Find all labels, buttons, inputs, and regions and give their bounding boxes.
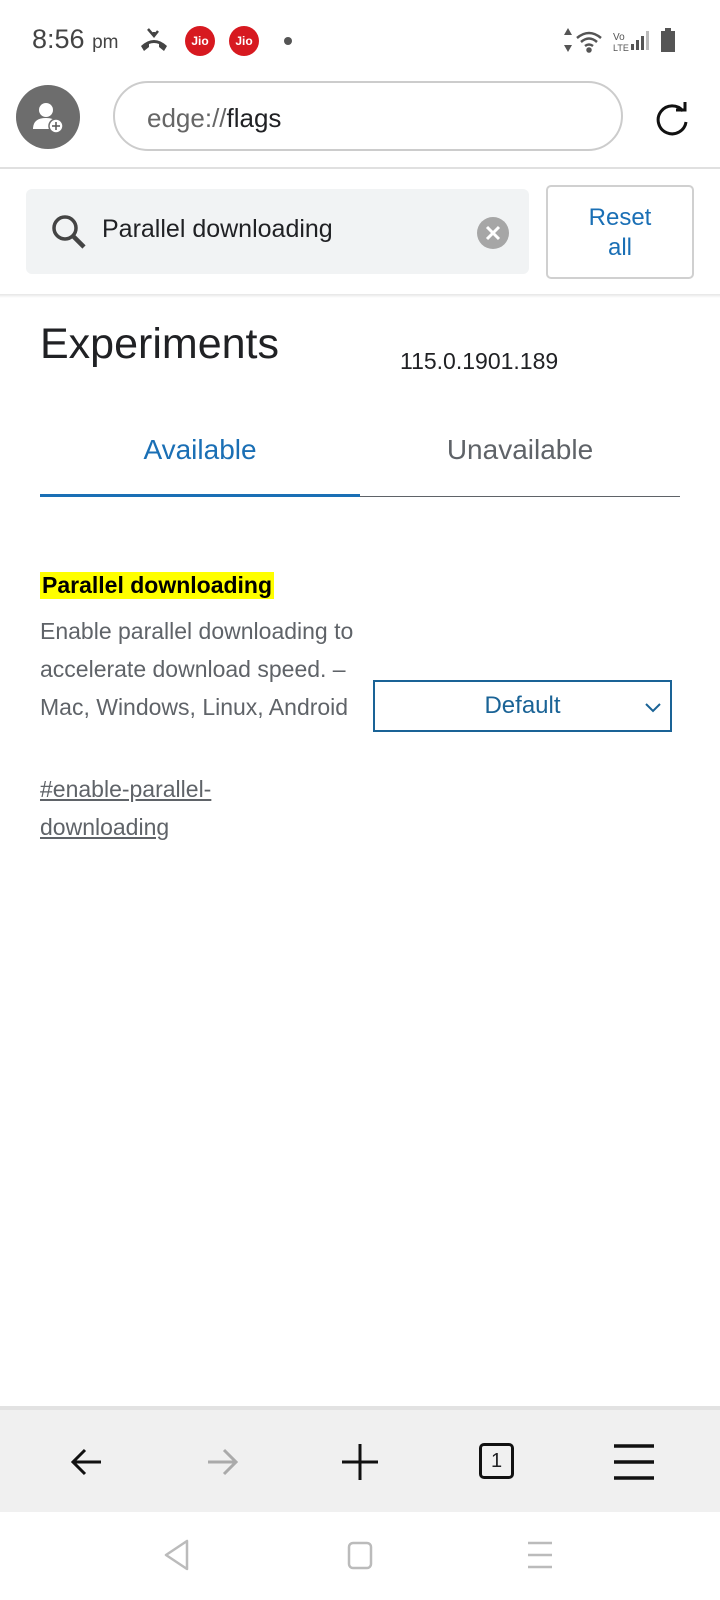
flag-permalink[interactable]: #enable-parallel-downloading: [40, 770, 260, 846]
tab-unavailable[interactable]: Unavailable: [360, 434, 680, 466]
url-host: flags: [226, 103, 282, 133]
data-arrows-icon: [564, 28, 572, 52]
tab-available[interactable]: Available: [40, 434, 360, 466]
selected-option: Default: [484, 692, 561, 719]
system-home-icon[interactable]: [343, 1538, 377, 1572]
status-time: 8:56 pm: [32, 24, 118, 55]
flag-description: Enable parallel downloading to accelerat…: [40, 618, 354, 720]
svg-text:LTE: LTE: [613, 43, 629, 53]
header-shadow: [0, 294, 720, 298]
signal-icon: [631, 31, 649, 50]
search-input-value[interactable]: Parallel downloading: [102, 215, 333, 244]
menu-icon[interactable]: [612, 1440, 656, 1484]
search-icon: [52, 215, 86, 249]
active-tab-indicator: [40, 494, 360, 497]
missed-call-icon: [141, 28, 167, 51]
wifi-icon: [576, 31, 602, 53]
profile-avatar-button[interactable]: [16, 85, 80, 149]
chevron-down-icon: [645, 703, 661, 713]
volte-icon: Vo: [613, 32, 625, 43]
flag-state-select[interactable]: Default: [373, 680, 672, 732]
system-status-icons: VoLTE: [564, 28, 675, 53]
time-text: 8:56: [32, 24, 85, 54]
reset-label: all: [607, 234, 632, 261]
reset-all-button[interactable]: Reset all: [546, 185, 694, 279]
reload-icon[interactable]: [652, 100, 692, 140]
new-tab-icon[interactable]: [338, 1440, 382, 1484]
back-icon[interactable]: [65, 1440, 109, 1484]
tab-switcher-button[interactable]: 1: [479, 1443, 514, 1479]
clear-search-icon[interactable]: [476, 216, 510, 250]
jio-icon: Jio: [185, 26, 215, 56]
add-profile-icon: [33, 103, 64, 134]
system-recents-icon[interactable]: [523, 1538, 557, 1572]
version-label: 115.0.1901.189: [400, 348, 559, 374]
ampm-text: pm: [92, 32, 119, 53]
forward-icon[interactable]: [200, 1440, 244, 1484]
address-bar[interactable]: edge://flags: [113, 81, 623, 151]
flag-title: Parallel downloading: [40, 572, 275, 599]
dot-icon: [284, 37, 292, 45]
battery-icon: [661, 28, 675, 52]
page-title: Experiments: [40, 320, 279, 368]
system-back-icon[interactable]: [160, 1538, 194, 1572]
reset-label: Reset: [588, 204, 652, 231]
jio-icon: Jio: [229, 26, 259, 56]
url-scheme: edge://: [147, 103, 227, 133]
divider: [0, 167, 720, 169]
